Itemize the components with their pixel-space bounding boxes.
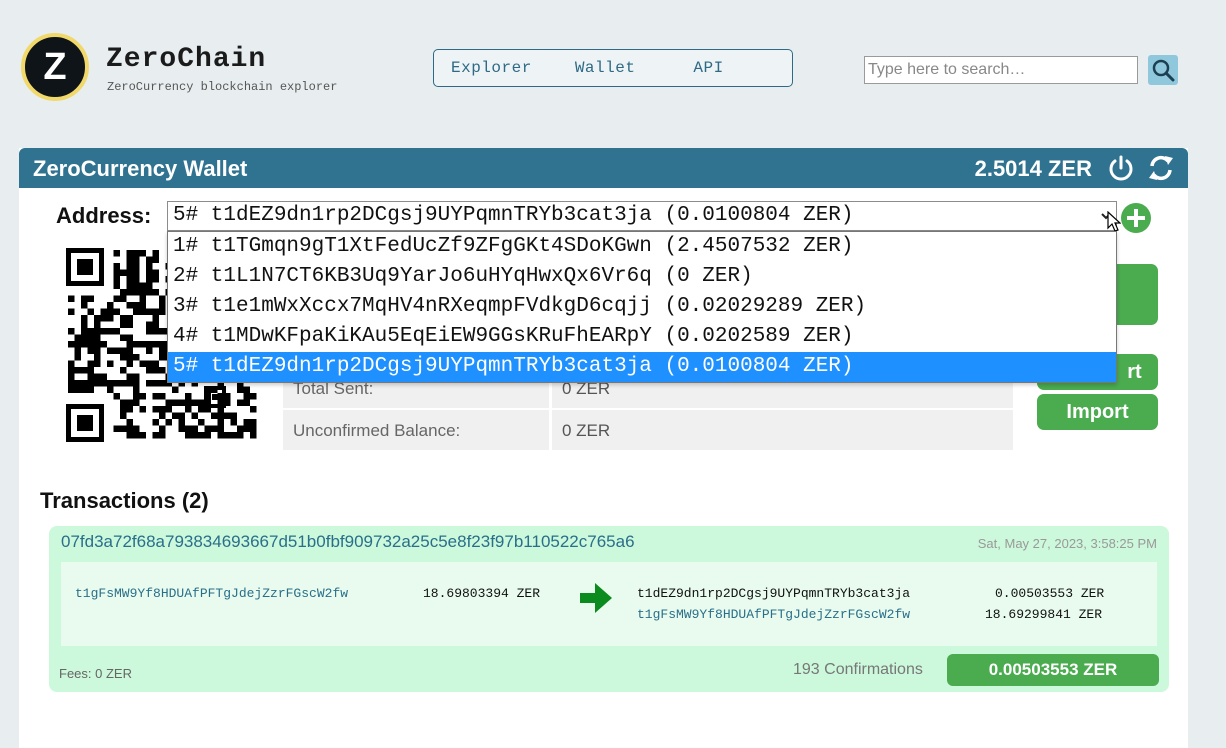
transactions-heading: Transactions (2): [40, 488, 209, 513]
output-amount-1: 0.00503553 ZER: [995, 586, 1105, 601]
address-select[interactable]: 5# t1dEZ9dn1rp2DCgsj9UYPqmnTRYb3cat3ja (…: [167, 201, 1117, 231]
nav-explorer[interactable]: Explorer: [451, 59, 532, 77]
transaction-card: 07fd3a72f68a793834693667d51b0fbf909732a2…: [49, 526, 1169, 692]
transaction-confirmations: 193 Confirmations: [793, 661, 923, 678]
nav-wallet[interactable]: Wallet: [575, 59, 636, 77]
dropdown-option-4[interactable]: 4# t1MDwKFpaKiKAu5EqEiEW9GGsKRuFhEARpY (…: [168, 322, 1116, 352]
power-icon[interactable]: [1106, 153, 1136, 183]
logo-icon[interactable]: Z: [21, 33, 89, 101]
arrow-right-icon: [580, 583, 612, 613]
divider: [549, 410, 552, 450]
search-input[interactable]: [864, 56, 1138, 84]
input-address-link[interactable]: t1gFsMW9Yf8HDUAfPFTgJdejZzrFGscW2fw: [75, 586, 348, 601]
refresh-icon[interactable]: [1146, 153, 1176, 183]
output-amount-2: 18.69299841 ZER: [985, 607, 1103, 622]
address-label: Address:: [56, 203, 152, 228]
dropdown-option-5[interactable]: 5# t1dEZ9dn1rp2DCgsj9UYPqmnTRYb3cat3ja (…: [168, 352, 1116, 382]
search-button[interactable]: [1148, 55, 1178, 85]
dropdown-option-3[interactable]: 3# t1e1mWxXccx7MqHV4nRXeqmpFVdkgD6cqjj (…: [168, 292, 1116, 322]
output-address-link-2[interactable]: t1gFsMW9Yf8HDUAfPFTgJdejZzrFGscW2fw: [637, 607, 910, 622]
wallet-header: ZeroCurrency Wallet 2.5014 ZER: [19, 148, 1188, 188]
input-amount: 18.69803394 ZER: [423, 586, 541, 601]
unconfirmed-balance-row: Unconfirmed Balance: 0 ZER: [283, 410, 1013, 450]
selected-address: 5# t1dEZ9dn1rp2DCgsj9UYPqmnTRYb3cat3ja (…: [173, 204, 854, 227]
search-icon: [1152, 59, 1175, 82]
import-button[interactable]: Import: [1037, 394, 1158, 430]
unconfirmed-balance-value: 0 ZER: [562, 421, 611, 440]
nav-api[interactable]: API: [693, 59, 723, 77]
address-dropdown: 1# t1TGmqn9gT1XtFedUcZf9ZFgGKt4SDoKGwn (…: [167, 231, 1117, 383]
add-address-icon[interactable]: [1120, 202, 1152, 234]
transaction-time: Sat, May 27, 2023, 3:58:25 PM: [977, 536, 1157, 551]
transaction-fees: Fees: 0 ZER: [59, 666, 132, 681]
mouse-cursor-icon: [1107, 211, 1121, 232]
brand-title[interactable]: ZeroChain: [106, 44, 266, 75]
dropdown-option-1[interactable]: 1# t1TGmqn9gT1XtFedUcZf9ZFgGKt4SDoKGwn (…: [168, 232, 1116, 262]
brand-subtitle: ZeroCurrency blockchain explorer: [107, 80, 338, 94]
dropdown-option-2[interactable]: 2# t1L1N7CT6KB3Uq9YarJo6uHYqHwxQx6Vr6q (…: [168, 262, 1116, 292]
output-address-1: t1dEZ9dn1rp2DCgsj9UYPqmnTRYb3cat3ja: [637, 586, 911, 601]
transaction-detail: t1gFsMW9Yf8HDUAfPFTgJdejZzrFGscW2fw 18.6…: [61, 562, 1157, 646]
wallet-title: ZeroCurrency Wallet: [33, 156, 248, 181]
wallet-panel: ZeroCurrency Wallet 2.5014 ZER Address: …: [19, 148, 1188, 748]
transaction-total-badge: 0.00503553 ZER: [947, 654, 1159, 686]
main-nav: Explorer Wallet API: [433, 49, 793, 87]
wallet-balance: 2.5014 ZER: [974, 156, 1092, 181]
transaction-hash-link[interactable]: 07fd3a72f68a793834693667d51b0fbf909732a2…: [61, 532, 635, 552]
unconfirmed-balance-label: Unconfirmed Balance:: [293, 421, 461, 440]
export-button-label: rt: [1127, 360, 1142, 383]
